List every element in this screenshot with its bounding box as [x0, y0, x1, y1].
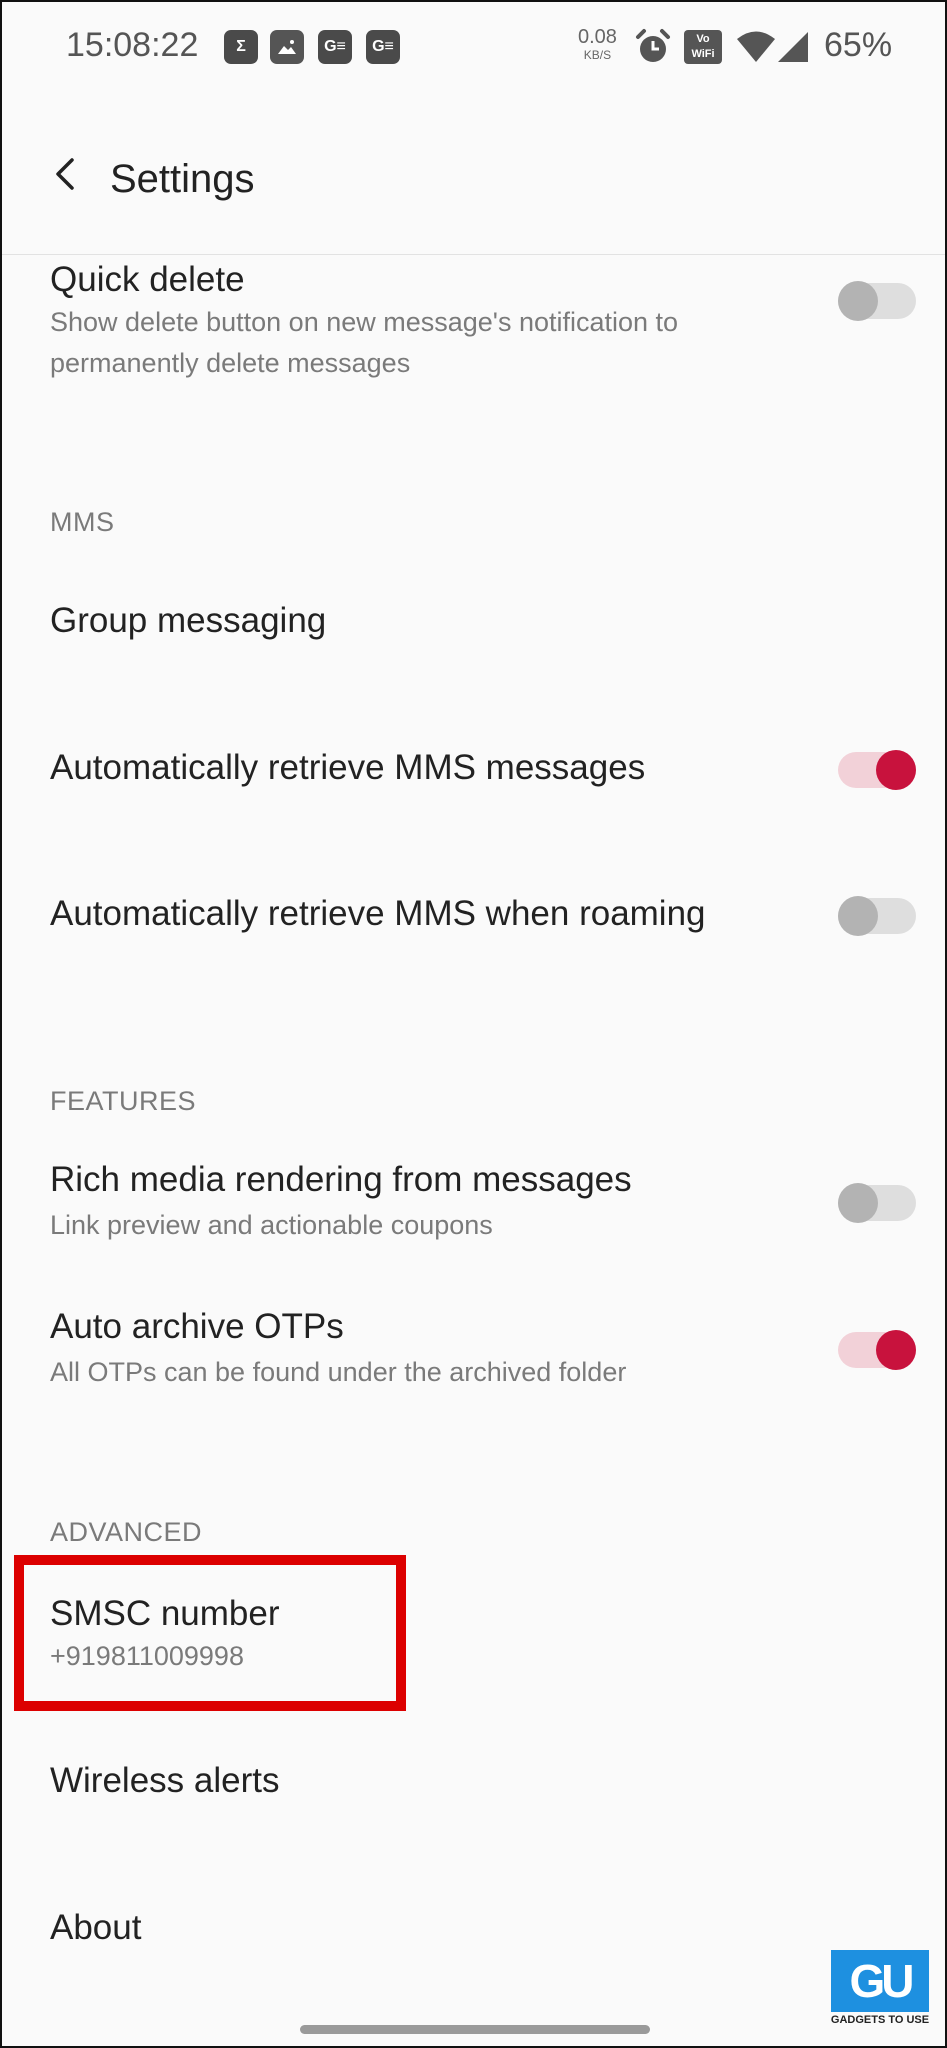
auto-retrieve-roaming-title: Automatically retrieve MMS when roaming — [50, 894, 706, 933]
alarm-icon — [636, 29, 670, 62]
highlight-box — [14, 1555, 406, 1711]
back-arrow-icon[interactable] — [46, 154, 86, 194]
quick-delete-subtitle: Show delete button on new message's noti… — [50, 307, 679, 378]
section-header-advanced: ADVANCED — [50, 1517, 203, 1547]
auto-archive-title: Auto archive OTPs — [50, 1307, 344, 1346]
status-bar: 15:08:22 Σ G≡ G≡ 0.08 KB/S Vo WiFi 65% — [2, 2, 945, 92]
sigma-icon: Σ — [224, 30, 258, 64]
battery-percentage: 65% — [824, 26, 893, 64]
auto-archive-subtitle: All OTPs can be found under the archived… — [50, 1357, 627, 1387]
status-time: 15:08:22 — [66, 26, 199, 64]
toggle-thumb — [838, 281, 878, 321]
news-icon: G≡ — [366, 30, 400, 64]
home-indicator[interactable] — [300, 2025, 650, 2034]
about-title: About — [50, 1908, 142, 1947]
auto-retrieve-mms-title: Automatically retrieve MMS messages — [50, 748, 646, 787]
group-messaging-title: Group messaging — [50, 601, 327, 640]
toggle-thumb — [876, 1330, 916, 1370]
news-icon: G≡ — [318, 30, 352, 64]
vowifi-icon: Vo WiFi — [684, 30, 722, 64]
watermark-logo: GU — [831, 1950, 929, 2012]
rich-media-title: Rich media rendering from messages — [50, 1160, 632, 1199]
network-speed: 0.08 KB/S — [578, 26, 617, 64]
rich-media-subtitle: Link preview and actionable coupons — [50, 1210, 493, 1240]
gallery-icon — [270, 30, 304, 64]
auto-archive-toggle[interactable] — [838, 1330, 916, 1370]
toggle-thumb — [838, 1183, 878, 1223]
auto-retrieve-mms-toggle[interactable] — [838, 750, 916, 790]
page-title: Settings — [110, 157, 255, 201]
wifi-icon — [737, 31, 775, 62]
section-header-features: FEATURES — [50, 1086, 197, 1116]
network-speed-unit: KB/S — [583, 48, 612, 62]
section-header-mms: MMS — [50, 507, 115, 537]
quick-delete-title: Quick delete — [50, 260, 245, 299]
cellular-signal-icon — [778, 32, 808, 62]
rich-media-toggle[interactable] — [838, 1183, 916, 1223]
quick-delete-toggle[interactable] — [838, 281, 916, 321]
network-speed-value: 0.08 — [578, 26, 617, 48]
toggle-thumb — [838, 896, 878, 936]
wireless-alerts-title: Wireless alerts — [50, 1761, 280, 1800]
watermark-text: GADGETS TO USE — [830, 2014, 930, 2026]
auto-retrieve-roaming-toggle[interactable] — [838, 896, 916, 936]
toggle-thumb — [876, 750, 916, 790]
watermark: GU GADGETS TO USE — [825, 1950, 935, 2032]
